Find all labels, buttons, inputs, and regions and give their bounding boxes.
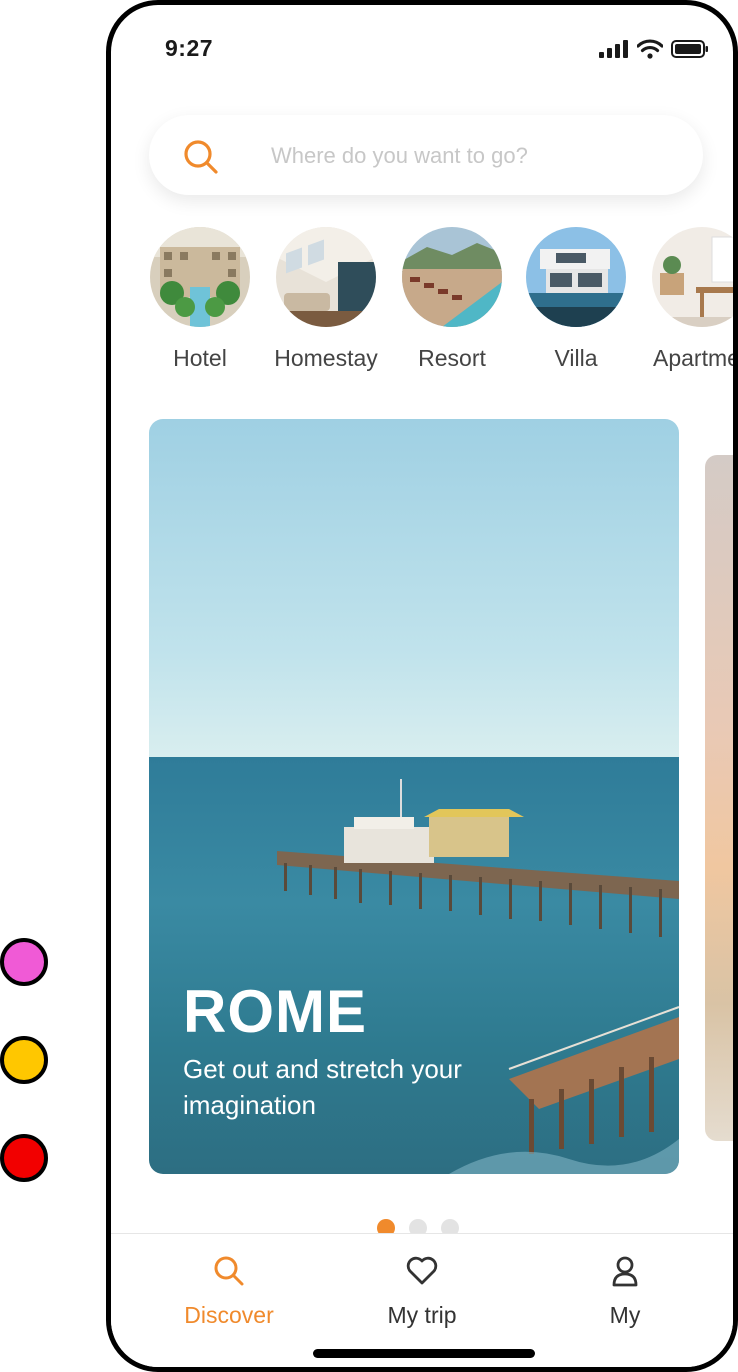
status-time: 9:27 — [165, 35, 214, 61]
hotel-image — [150, 227, 250, 327]
featured-destination-card[interactable]: ROME Get out and stretch your imaginatio… — [149, 419, 679, 1174]
category-list: Hotel Homestay Resort Villa Apartme — [111, 227, 733, 387]
search-bar[interactable] — [149, 115, 703, 195]
user-icon — [612, 1256, 638, 1287]
category-label: Hotel — [173, 345, 227, 371]
villa-image — [526, 227, 626, 327]
yellow-color-dot — [0, 1036, 48, 1084]
category-label: Resort — [418, 345, 486, 371]
tab-my[interactable]: My — [535, 1254, 715, 1329]
search-icon — [184, 140, 218, 174]
status-bar: 9:27 — [111, 5, 733, 85]
category-label: Homestay — [274, 345, 378, 371]
tab-discover[interactable]: Discover — [139, 1254, 319, 1329]
resort-thumbnail — [402, 227, 502, 327]
tab-label: Discover — [184, 1302, 274, 1328]
category-apartment[interactable]: Apartme — [637, 227, 738, 372]
category-label: Apartme — [653, 345, 738, 371]
next-destination-card[interactable] — [705, 455, 733, 1141]
pink-color-dot — [0, 938, 48, 986]
destination-title: ROME — [183, 978, 367, 1045]
tab-my-trip[interactable]: My trip — [332, 1254, 512, 1329]
category-homestay[interactable]: Homestay — [261, 227, 391, 372]
phone-frame: 9:27 Where do you want to go? Hotel Home… — [106, 0, 738, 1372]
category-hotel[interactable]: Hotel — [135, 227, 265, 372]
homestay-thumbnail — [276, 227, 376, 327]
home-indicator[interactable] — [313, 1349, 535, 1358]
wifi-icon — [637, 39, 663, 59]
pier-far — [277, 851, 679, 937]
resort-image — [402, 227, 502, 327]
status-icons — [599, 39, 709, 59]
apartment-thumbnail — [652, 227, 733, 327]
category-resort[interactable]: Resort — [387, 227, 517, 372]
search-icon — [214, 1256, 244, 1286]
hotel-thumbnail — [150, 227, 250, 327]
tab-label: My trip — [387, 1302, 457, 1328]
category-label: Villa — [554, 345, 598, 371]
tab-label: My — [609, 1302, 641, 1328]
signal-icon — [599, 40, 628, 58]
villa-thumbnail — [526, 227, 626, 327]
apartment-image — [652, 227, 733, 327]
heart-icon — [406, 1256, 438, 1285]
red-color-dot — [0, 1134, 48, 1182]
homestay-image — [276, 227, 376, 327]
destination-subtitle: Get out and stretch your imagination — [183, 1054, 462, 1120]
search-input[interactable] — [269, 133, 693, 179]
category-villa[interactable]: Villa — [511, 227, 641, 372]
battery-icon — [671, 40, 708, 58]
